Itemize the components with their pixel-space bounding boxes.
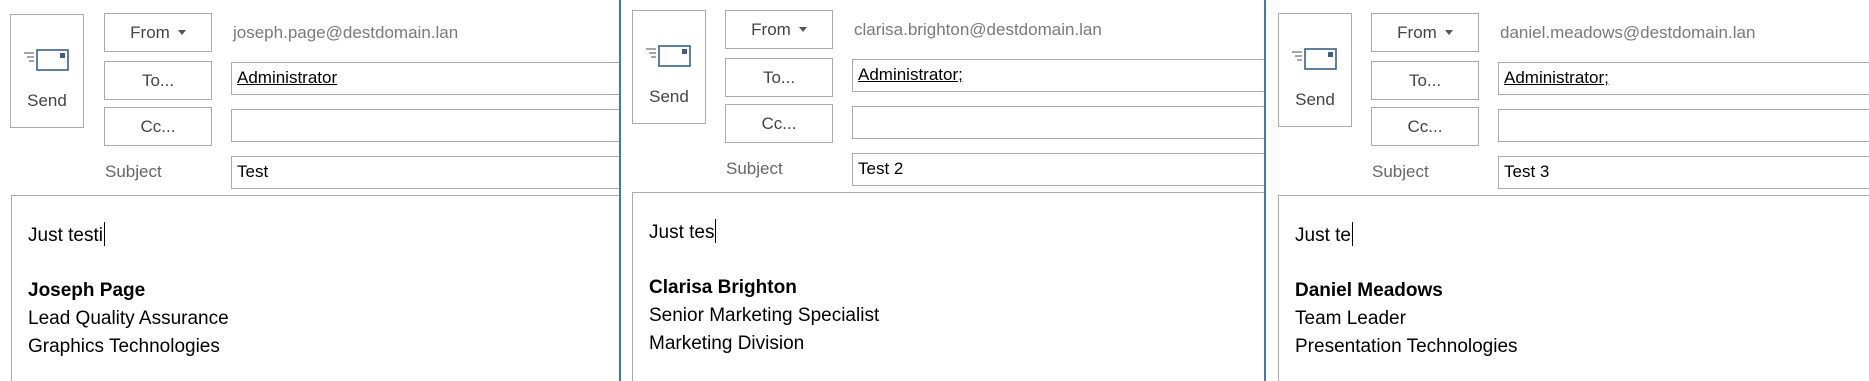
- to-label: To...: [762, 67, 796, 87]
- send-button[interactable]: Send: [1278, 13, 1352, 127]
- from-address: joseph.page@destdomain.lan: [233, 23, 459, 42]
- to-button[interactable]: To...: [1371, 61, 1479, 100]
- cc-label: Cc...: [140, 116, 176, 136]
- signature-name: Joseph Page: [28, 280, 146, 301]
- body-text: Just te: [1295, 222, 1353, 247]
- to-button[interactable]: To...: [104, 61, 212, 100]
- chevron-down-icon: [798, 27, 807, 32]
- to-label: To...: [1408, 70, 1442, 90]
- from-label: From: [751, 19, 791, 39]
- cc-label: Cc...: [761, 113, 797, 133]
- body-text: Just tes: [649, 219, 717, 244]
- signature-department: Graphics Technologies: [28, 336, 220, 357]
- to-field[interactable]: Administrator;: [1498, 62, 1869, 95]
- envelope-send-icon: [646, 45, 691, 67]
- cc-field[interactable]: [852, 106, 1264, 139]
- signature-department: Marketing Division: [649, 333, 805, 354]
- from-label: From: [1397, 22, 1437, 42]
- from-address: clarisa.brighton@destdomain.lan: [854, 20, 1102, 39]
- envelope-send-icon: [24, 49, 69, 71]
- chevron-down-icon: [1444, 30, 1453, 35]
- from-label: From: [130, 22, 170, 42]
- body-text: Just testi: [28, 222, 105, 247]
- compose-window-1: Send From joseph.page@destdomain.lan To.…: [0, 0, 619, 381]
- cc-field[interactable]: [231, 109, 619, 142]
- subject-label: Subject: [1372, 162, 1429, 181]
- send-button[interactable]: Send: [632, 10, 706, 124]
- to-label: To...: [141, 70, 175, 90]
- signature-department: Presentation Technologies: [1295, 336, 1518, 357]
- subject-field[interactable]: Test 3: [1498, 156, 1869, 189]
- to-button[interactable]: To...: [725, 58, 833, 97]
- recipient-chip[interactable]: Administrator;: [858, 65, 963, 84]
- text-cursor: [715, 219, 717, 243]
- subject-field[interactable]: Test: [231, 156, 619, 189]
- to-field[interactable]: Administrator: [231, 62, 619, 95]
- from-button[interactable]: From: [104, 13, 212, 52]
- to-field[interactable]: Administrator;: [852, 59, 1264, 92]
- recipient-chip[interactable]: Administrator;: [1504, 68, 1609, 87]
- message-body[interactable]: Just te Daniel Meadows Team Leader Prese…: [1278, 195, 1869, 381]
- text-cursor: [1351, 222, 1353, 246]
- message-body[interactable]: Just tes Clarisa Brighton Senior Marketi…: [632, 192, 1264, 381]
- subject-label: Subject: [726, 159, 783, 178]
- signature-name: Clarisa Brighton: [649, 277, 797, 298]
- compose-window-3: Send From daniel.meadows@destdomain.lan …: [1266, 0, 1869, 381]
- send-button[interactable]: Send: [10, 14, 84, 128]
- cc-button[interactable]: Cc...: [725, 104, 833, 143]
- from-button[interactable]: From: [725, 10, 833, 49]
- recipient-chip[interactable]: Administrator: [237, 68, 337, 87]
- cc-button[interactable]: Cc...: [104, 107, 212, 146]
- signature-title: Lead Quality Assurance: [28, 308, 229, 329]
- chevron-down-icon: [177, 30, 186, 35]
- envelope-send-icon: [1292, 48, 1337, 70]
- subject-field[interactable]: Test 2: [852, 153, 1264, 186]
- cc-field[interactable]: [1498, 109, 1869, 142]
- from-address: daniel.meadows@destdomain.lan: [1500, 23, 1756, 42]
- from-button[interactable]: From: [1371, 13, 1479, 52]
- send-label: Send: [1295, 90, 1335, 109]
- text-cursor: [103, 222, 105, 246]
- signature-title: Team Leader: [1295, 308, 1406, 329]
- message-body[interactable]: Just testi Joseph Page Lead Quality Assu…: [11, 195, 619, 381]
- signature-name: Daniel Meadows: [1295, 280, 1443, 301]
- send-label: Send: [649, 87, 689, 106]
- compose-window-2: Send From clarisa.brighton@destdomain.la…: [621, 0, 1264, 381]
- signature-title: Senior Marketing Specialist: [649, 305, 880, 326]
- subject-label: Subject: [105, 162, 162, 181]
- cc-label: Cc...: [1407, 116, 1443, 136]
- cc-button[interactable]: Cc...: [1371, 107, 1479, 146]
- send-label: Send: [27, 91, 67, 110]
